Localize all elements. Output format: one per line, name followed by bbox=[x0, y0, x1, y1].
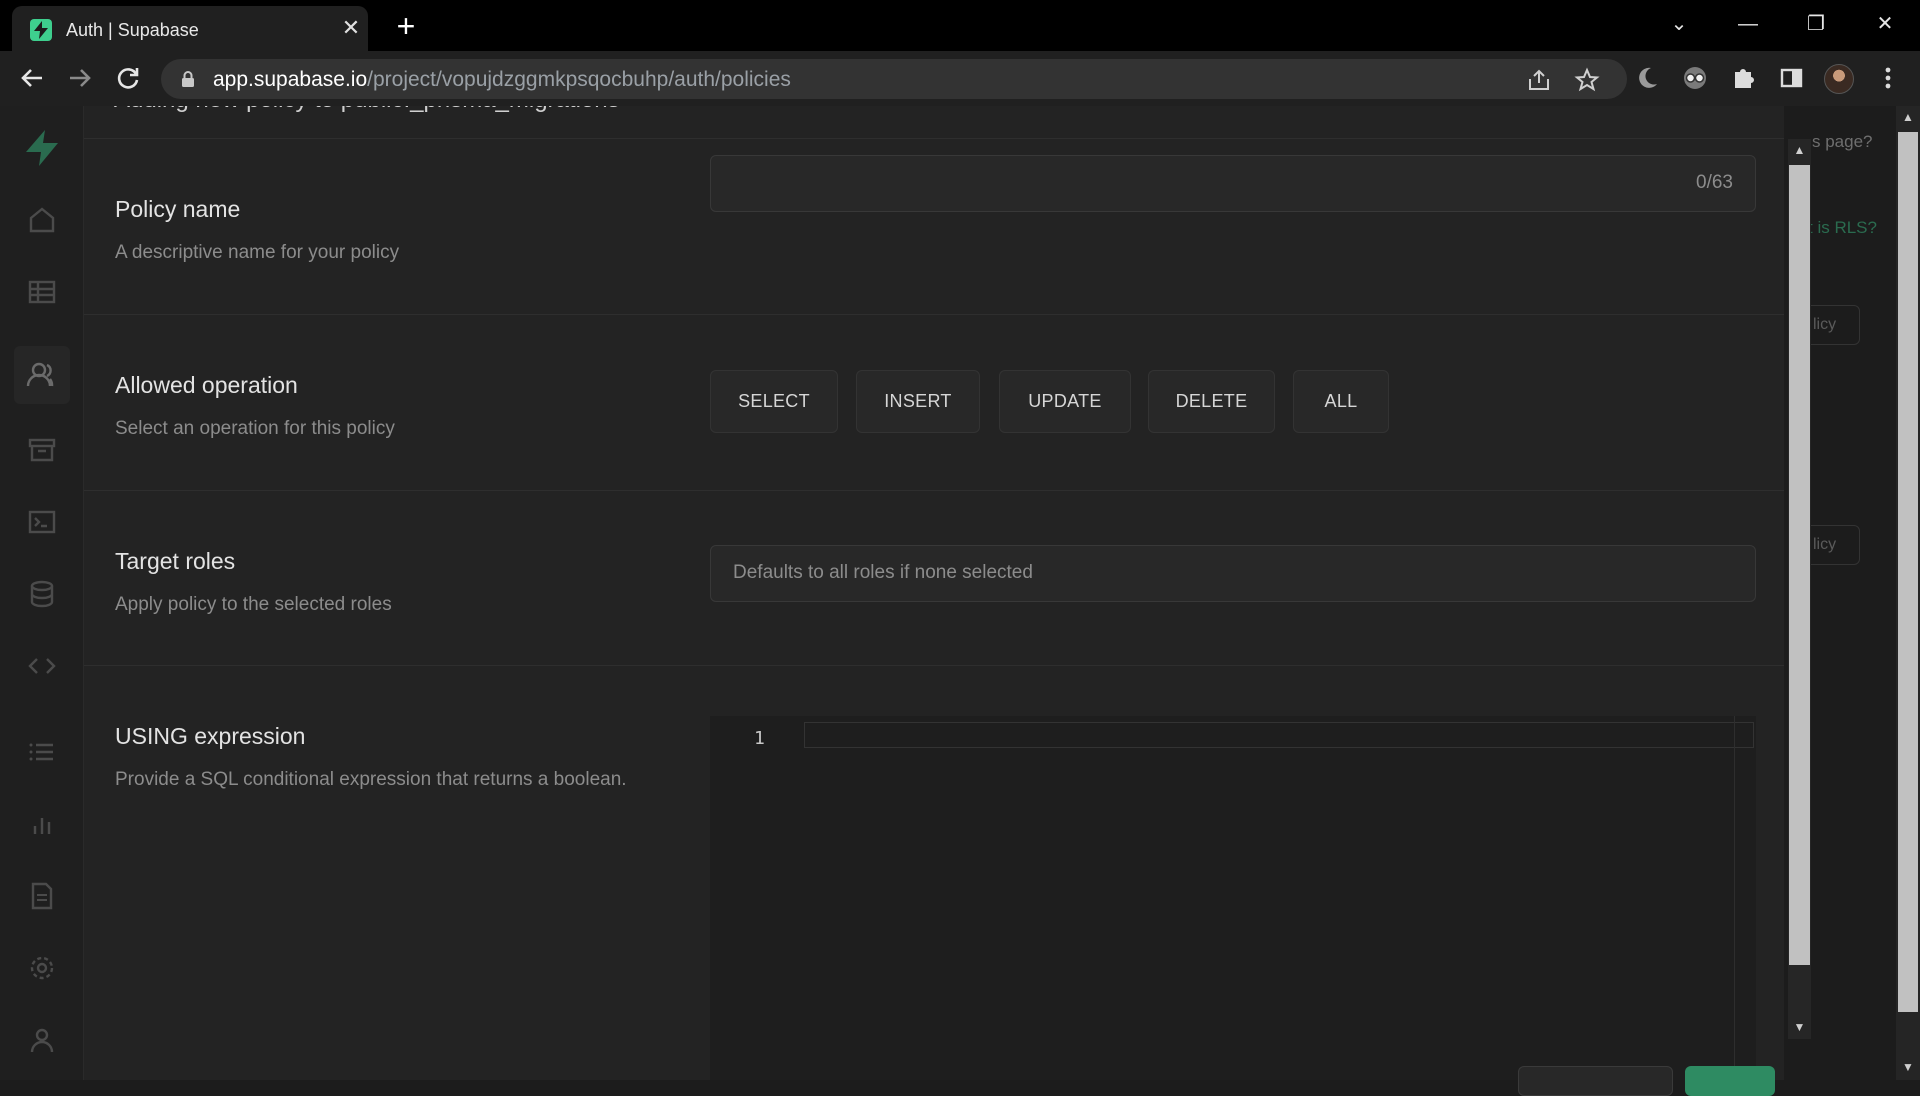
tab-close-icon[interactable]: ✕ bbox=[337, 14, 365, 42]
target-roles-select[interactable]: Defaults to all roles if none selected bbox=[710, 545, 1756, 602]
account-user-icon[interactable] bbox=[24, 1022, 60, 1058]
allowed-operation-description: Select an operation for this policy bbox=[115, 418, 395, 439]
editor-line-number: 1 bbox=[754, 728, 765, 749]
storage-archive-icon[interactable] bbox=[24, 432, 60, 468]
address-bar[interactable]: app.supabase.io/project/vopujdzggmkpsqoc… bbox=[161, 59, 1627, 99]
logs-list-icon[interactable] bbox=[24, 734, 60, 770]
editor-ruler bbox=[1734, 716, 1735, 1080]
url-host: app.supabase.io bbox=[213, 68, 368, 91]
lock-icon bbox=[181, 71, 195, 87]
api-code-icon[interactable] bbox=[24, 648, 60, 684]
panel-scroll-up-icon[interactable]: ▲ bbox=[1788, 141, 1811, 159]
database-icon[interactable] bbox=[24, 576, 60, 612]
app-sidebar bbox=[0, 106, 84, 1080]
url-text: app.supabase.io/project/vopujdzggmkpsqoc… bbox=[213, 68, 791, 92]
using-expression-description: Provide a SQL conditional expression tha… bbox=[115, 769, 627, 790]
extension-glasses-icon[interactable] bbox=[1679, 62, 1711, 94]
editor-current-line[interactable] bbox=[804, 722, 1754, 748]
tab-search-icon[interactable]: ⌄ bbox=[1659, 8, 1699, 40]
panel-scrollbar-thumb[interactable] bbox=[1789, 165, 1810, 965]
browser-menu-icon[interactable] bbox=[1872, 62, 1904, 94]
save-policy-button-fragment[interactable] bbox=[1685, 1066, 1775, 1096]
operation-insert-button[interactable]: INSERT bbox=[856, 370, 980, 433]
table-editor-icon[interactable] bbox=[24, 274, 60, 310]
profile-avatar[interactable] bbox=[1824, 64, 1854, 94]
settings-gear-icon[interactable] bbox=[24, 950, 60, 986]
minimize-icon[interactable]: — bbox=[1728, 8, 1768, 40]
policy-name-char-counter: 0/63 bbox=[1696, 172, 1733, 193]
target-roles-placeholder: Defaults to all roles if none selected bbox=[733, 562, 1033, 583]
policy-name-title: Policy name bbox=[115, 196, 241, 222]
allowed-operation-title: Allowed operation bbox=[115, 372, 298, 398]
panel-title: Adding new policy to public._prisma_migr… bbox=[114, 106, 620, 114]
sql-editor-terminal-icon[interactable] bbox=[24, 504, 60, 540]
page-scroll-down-icon[interactable]: ▼ bbox=[1896, 1058, 1920, 1076]
share-icon[interactable] bbox=[1526, 67, 1552, 93]
target-roles-section: Target roles Apply policy to the selecte… bbox=[84, 491, 1784, 666]
auth-users-icon[interactable] bbox=[14, 346, 70, 404]
browser-toolbar: app.supabase.io/project/vopujdzggmkpsqoc… bbox=[0, 51, 1920, 106]
operation-delete-button[interactable]: DELETE bbox=[1148, 370, 1275, 433]
panel-scroll-down-icon[interactable]: ▼ bbox=[1788, 1018, 1811, 1036]
new-policy-button-fragment-2: licy bbox=[1804, 525, 1860, 565]
url-path: /project/vopujdzggmkpsqocbuhp/auth/polic… bbox=[367, 68, 791, 91]
operation-update-button[interactable]: UPDATE bbox=[999, 370, 1131, 433]
operation-all-button[interactable]: ALL bbox=[1293, 370, 1389, 433]
supabase-logo-icon[interactable] bbox=[22, 128, 62, 168]
back-arrow-icon[interactable] bbox=[16, 62, 48, 94]
docs-file-icon[interactable] bbox=[24, 878, 60, 914]
bookmark-star-icon[interactable] bbox=[1574, 67, 1600, 93]
home-icon[interactable] bbox=[24, 202, 60, 238]
window-close-icon[interactable]: ✕ bbox=[1865, 8, 1905, 40]
forward-arrow-icon[interactable] bbox=[64, 62, 96, 94]
sql-expression-editor[interactable]: 1 bbox=[710, 716, 1756, 1080]
page-scroll-up-icon[interactable]: ▲ bbox=[1896, 108, 1920, 126]
restore-icon[interactable]: ❐ bbox=[1796, 8, 1836, 40]
target-roles-title: Target roles bbox=[115, 548, 236, 574]
extensions-puzzle-icon[interactable] bbox=[1727, 62, 1759, 94]
tab-title: Auth | Supabase bbox=[66, 20, 199, 40]
policy-name-description: A descriptive name for your policy bbox=[115, 242, 400, 263]
help-link-fragment: s page? bbox=[1812, 132, 1873, 151]
policy-name-section: Policy name A descriptive name for your … bbox=[84, 139, 1784, 315]
panel-header: Adding new policy to public._prisma_migr… bbox=[84, 106, 1784, 139]
new-tab-button[interactable]: + bbox=[390, 10, 422, 42]
target-roles-description: Apply policy to the selected roles bbox=[115, 594, 392, 615]
review-button-fragment[interactable] bbox=[1518, 1066, 1673, 1096]
operation-select-button[interactable]: SELECT bbox=[710, 370, 838, 433]
side-panel-icon[interactable] bbox=[1775, 62, 1807, 94]
supabase-favicon-icon bbox=[30, 19, 52, 41]
operation-button-group: SELECT INSERT UPDATE DELETE ALL bbox=[710, 370, 1410, 433]
allowed-operation-section: Allowed operation Select an operation fo… bbox=[84, 315, 1784, 491]
browser-tabbar: Auth | Supabase ✕ + ⌄ — ❐ ✕ bbox=[0, 0, 1920, 51]
using-expression-title: USING expression bbox=[115, 723, 306, 749]
add-policy-panel: Adding new policy to public._prisma_migr… bbox=[84, 106, 1784, 1080]
reload-icon[interactable] bbox=[112, 62, 144, 94]
page-scrollbar-thumb[interactable] bbox=[1898, 132, 1918, 1012]
policy-name-input[interactable]: 0/63 bbox=[710, 155, 1756, 212]
rls-link-fragment: t is RLS? bbox=[1808, 218, 1877, 237]
browser-tab-active[interactable]: Auth | Supabase ✕ bbox=[12, 6, 368, 51]
dark-mode-moon-icon[interactable] bbox=[1631, 62, 1663, 94]
new-policy-button-fragment: licy bbox=[1804, 305, 1860, 345]
reports-chart-icon[interactable] bbox=[24, 806, 60, 842]
